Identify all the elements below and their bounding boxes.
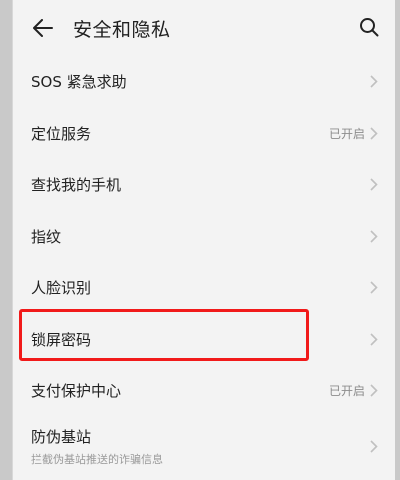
chevron-right-icon [369, 75, 379, 89]
search-button[interactable] [357, 15, 381, 39]
status-text: 已开启 [328, 126, 365, 141]
chevron-right-icon [369, 281, 379, 295]
item-label: 指纹 [31, 227, 62, 246]
status-text: 已开启 [328, 384, 365, 399]
sidebar-item-face-recognition[interactable]: 人脸识别 [13, 262, 395, 314]
sidebar-item-payment-protection[interactable]: 支付保护中心 已开启 [13, 365, 395, 417]
app-header: 安全和隐私 [13, 0, 395, 56]
chevron-right-icon [369, 178, 379, 192]
item-sublabel: 拦截伪基站推送的诈骗信息 [31, 453, 163, 466]
back-button[interactable] [31, 16, 55, 40]
sidebar-item-fingerprint[interactable]: 指纹 [13, 211, 395, 263]
chevron-right-icon [369, 440, 379, 454]
sidebar-item-location[interactable]: 定位服务 已开启 [13, 108, 395, 160]
item-label: 防伪基站 [31, 428, 92, 446]
item-label: 查找我的手机 [31, 176, 122, 195]
item-label: SOS 紧急求助 [31, 73, 127, 92]
arrow-left-icon [33, 19, 53, 37]
sidebar-item-sos[interactable]: SOS 紧急求助 [13, 56, 395, 108]
settings-screen: 安全和隐私 SOS 紧急求助 定位服务 已开启 查找我的手机 指纹 人脸识别 锁… [12, 0, 395, 480]
sidebar-item-find-phone[interactable]: 查找我的手机 [13, 159, 395, 211]
chevron-right-icon [369, 126, 379, 140]
chevron-right-icon [369, 384, 379, 398]
sidebar-item-fake-base-station[interactable]: 防伪基站 拦截伪基站推送的诈骗信息 [13, 417, 395, 477]
page-title: 安全和隐私 [73, 19, 171, 41]
item-label: 定位服务 [31, 124, 92, 143]
chevron-right-icon [369, 332, 379, 346]
item-label: 人脸识别 [31, 279, 92, 298]
chevron-right-icon [369, 229, 379, 243]
item-label: 支付保护中心 [31, 382, 122, 401]
item-label: 锁屏密码 [31, 330, 92, 349]
search-icon [360, 18, 379, 37]
sidebar-item-lock-screen-password[interactable]: 锁屏密码 [13, 314, 395, 366]
settings-list: SOS 紧急求助 定位服务 已开启 查找我的手机 指纹 人脸识别 锁屏密码 支付… [13, 56, 395, 477]
